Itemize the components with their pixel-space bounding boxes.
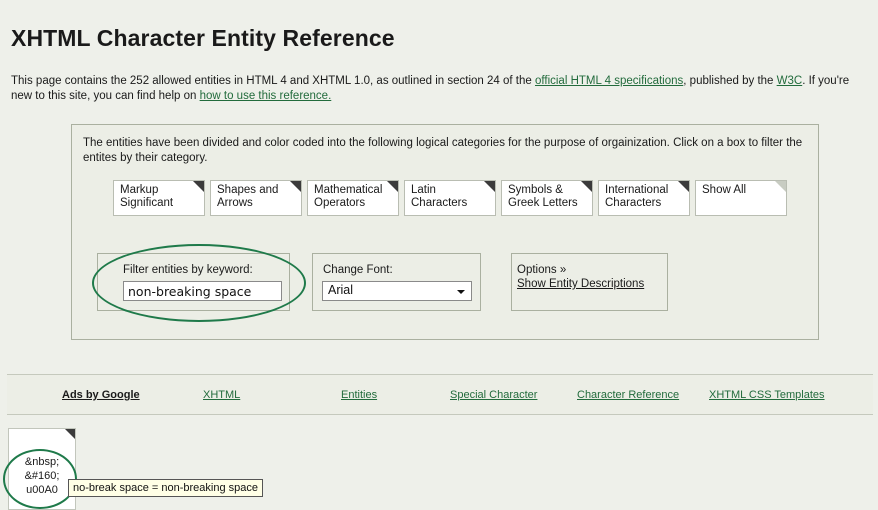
filter-box: Filter entities by keyword: xyxy=(97,253,290,311)
intro-text: This page contains the 252 allowed entit… xyxy=(11,75,535,87)
options-box: Options » Show Entity Descriptions xyxy=(511,253,668,311)
filter-panel: The entities have been divided and color… xyxy=(71,124,819,340)
official-spec-link[interactable]: official HTML 4 specifications xyxy=(535,75,683,87)
category-shapes-arrows[interactable]: Shapes and Arrows xyxy=(210,180,302,216)
corner-marker-icon xyxy=(65,429,75,439)
corner-marker-icon xyxy=(775,181,786,192)
corner-marker-icon xyxy=(193,181,204,192)
intro-paragraph: This page contains the 252 allowed entit… xyxy=(11,74,871,104)
category-label: Greek Letters xyxy=(508,197,578,209)
category-mathematical-operators[interactable]: Mathematical Operators xyxy=(307,180,399,216)
category-show-all[interactable]: Show All xyxy=(695,180,787,216)
category-symbols-greek[interactable]: Symbols & Greek Letters xyxy=(501,180,593,216)
font-selected-value: Arial xyxy=(328,283,354,297)
font-box: Change Font: Arial xyxy=(312,253,481,311)
category-label: Arrows xyxy=(217,197,253,209)
category-label: Significant xyxy=(120,197,174,209)
ads-by-google-link[interactable]: Ads by Google xyxy=(62,389,140,401)
entity-card[interactable]: &nbsp; &#160; u00A0 xyxy=(8,428,76,510)
ad-link-character-reference[interactable]: Character Reference xyxy=(577,389,679,401)
w3c-link[interactable]: W3C xyxy=(777,75,803,87)
ad-link-xhtml[interactable]: XHTML xyxy=(203,389,240,401)
category-markup-significant[interactable]: Markup Significant xyxy=(113,180,205,216)
corner-marker-icon xyxy=(484,181,495,192)
category-label: Markup xyxy=(120,184,159,196)
category-international-characters[interactable]: International Characters xyxy=(598,180,690,216)
entity-decimal: &#160; xyxy=(24,470,60,482)
category-label: Operators xyxy=(314,197,366,209)
category-label: Show All xyxy=(702,184,747,196)
category-label: Characters xyxy=(605,197,662,209)
corner-marker-icon xyxy=(387,181,398,192)
filter-label: Filter entities by keyword: xyxy=(123,264,253,276)
filter-keyword-input[interactable] xyxy=(123,281,282,301)
font-label: Change Font: xyxy=(323,264,393,276)
options-label: Options » xyxy=(517,264,567,276)
how-to-use-link[interactable]: how to use this reference. xyxy=(200,90,332,102)
category-label: Mathematical xyxy=(314,184,383,196)
chevron-down-icon xyxy=(457,290,465,294)
entity-unicode: u00A0 xyxy=(26,484,58,496)
category-label: Shapes and xyxy=(217,184,279,196)
category-latin-characters[interactable]: Latin Characters xyxy=(404,180,496,216)
corner-marker-icon xyxy=(290,181,301,192)
entity-name: &nbsp; xyxy=(24,456,60,468)
panel-description: The entities have been divided and color… xyxy=(83,137,803,164)
category-label: Characters xyxy=(411,197,468,209)
font-select[interactable]: Arial xyxy=(322,281,472,301)
category-label: Symbols & xyxy=(508,184,563,196)
ad-bar: Ads by Google XHTML Entities Special Cha… xyxy=(7,374,873,415)
ad-link-special-character[interactable]: Special Character xyxy=(450,389,537,401)
category-label: Latin xyxy=(411,184,436,196)
ad-link-entities[interactable]: Entities xyxy=(341,389,377,401)
entity-tooltip: no-break space = non-breaking space xyxy=(68,479,263,497)
category-label: International xyxy=(605,184,669,196)
ad-link-xhtml-css-templates[interactable]: XHTML CSS Templates xyxy=(709,389,825,401)
intro-text: , published by the xyxy=(683,75,777,87)
show-entity-descriptions-link[interactable]: Show Entity Descriptions xyxy=(517,278,644,290)
page-title: XHTML Character Entity Reference xyxy=(11,25,395,51)
corner-marker-icon xyxy=(678,181,689,192)
corner-marker-icon xyxy=(581,181,592,192)
